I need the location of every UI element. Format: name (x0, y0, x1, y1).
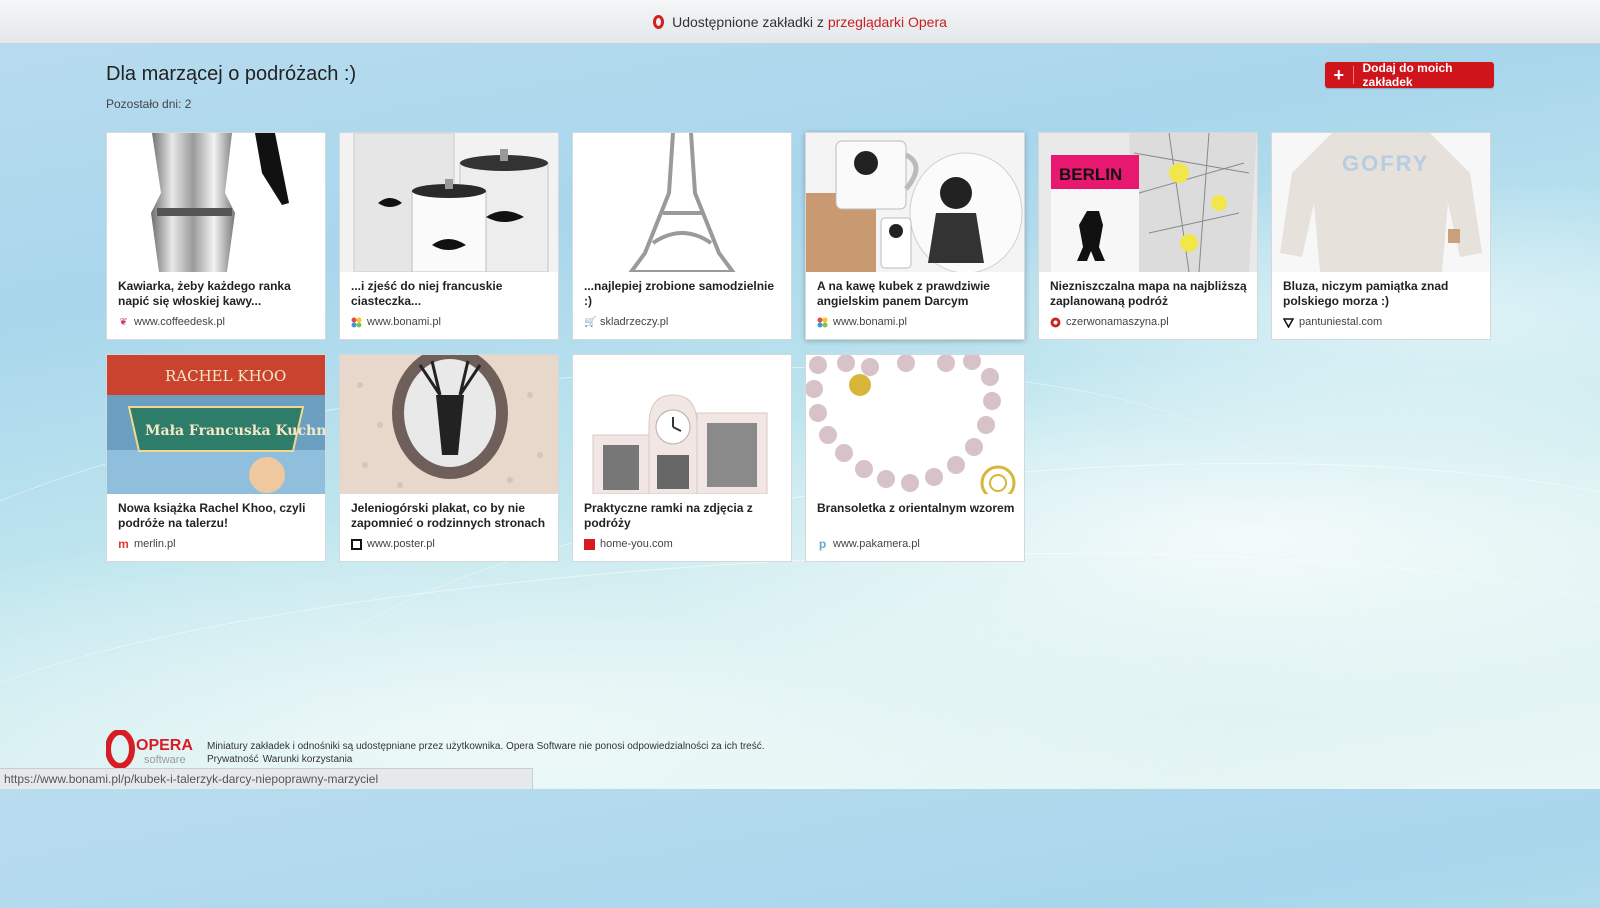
shared-bookmarks-banner: Udostępnione zakładki z przeglądarki Ope… (0, 0, 1600, 44)
card-thumbnail: RACHEL KHOO Mała Francuska Kuchnia (107, 355, 325, 494)
add-to-my-bookmarks-button[interactable]: + Dodaj do moich zakładek (1325, 61, 1494, 89)
footer-text: Miniatury zakładek i odnośniki są udostę… (207, 740, 765, 766)
card-thumbnail: BERLIN (1039, 133, 1257, 272)
card-site: pantuniestal.com (1282, 316, 1383, 329)
footer-disclaimer: Miniatury zakładek i odnośniki są udostę… (207, 741, 765, 752)
card-site-url: pantuniestal.com (1299, 316, 1383, 328)
bookmark-card[interactable]: Kawiarka, żeby każdego ranka napić się w… (106, 132, 326, 340)
card-site: www.bonami.pl (351, 316, 441, 328)
banner-text: Udostępnione zakładki z (672, 13, 824, 30)
pakamera-favicon: p (818, 536, 827, 551)
card-thumbnail: GOFRY (1272, 133, 1490, 272)
bookmark-card[interactable]: RACHEL KHOO Mała Francuska Kuchnia Nowa … (106, 354, 326, 562)
card-title: ...najlepiej zrobione samodzielnie :) (584, 279, 775, 308)
card-thumbnail (107, 133, 325, 272)
card-site-url: merlin.pl (134, 538, 176, 550)
card-thumbnail (340, 355, 558, 494)
card-site-url: home-you.com (600, 538, 673, 550)
page-title: Dla marzącej o podróżach :) (106, 63, 357, 85)
card-site-url: www.coffeedesk.pl (134, 316, 225, 328)
card-site: m merlin.pl (118, 536, 176, 551)
card-site-url: www.bonami.pl (367, 316, 441, 328)
card-site-url: www.pakamera.pl (833, 538, 920, 550)
card-site: 🛒 skladrzeczy.pl (584, 316, 668, 328)
opera-icon (653, 14, 665, 29)
card-site-url: www.bonami.pl (833, 316, 907, 328)
card-thumbnail (340, 133, 558, 272)
card-site: www.bonami.pl (817, 316, 907, 328)
card-title: Bluza, niczym pamiątka znad polskiego mo… (1283, 279, 1449, 308)
card-thumbnail (806, 133, 1024, 272)
card-thumbnail (573, 355, 791, 494)
opera-logo-text: OPERA (136, 737, 193, 754)
berlin-label: BERLIN (1059, 165, 1122, 184)
card-site-url: czerwonamaszyna.pl (1066, 316, 1169, 328)
card-site-url: skladrzeczy.pl (600, 316, 669, 328)
plus-icon: + (1325, 66, 1354, 84)
bookmark-card[interactable]: ...najlepiej zrobione samodzielnie :) 🛒 … (572, 132, 792, 340)
bonami-favicon (817, 317, 828, 328)
card-title: Praktyczne ramki na zdjęcia z podróży (584, 501, 753, 530)
merlin-favicon: m (118, 536, 129, 551)
card-thumbnail (806, 355, 1024, 494)
card-title: Kawiarka, żeby każdego ranka napić się w… (118, 279, 291, 308)
cart-icon: 🛒 (584, 316, 597, 328)
home-you-favicon (584, 538, 595, 550)
terms-link[interactable]: Warunki korzystania (263, 754, 353, 765)
card-title: Bransoletka z orientalnym wzorem (817, 501, 1015, 515)
poster-favicon (351, 538, 362, 550)
background-swoosh (0, 513, 1600, 908)
add-button-label: Dodaj do moich zakładek (1362, 61, 1453, 89)
bookmark-card[interactable]: Bransoletka z orientalnym wzorem p www.p… (805, 354, 1025, 562)
card-thumbnail (573, 133, 791, 272)
bookmark-card[interactable]: BERLIN Niezniszczalna mapa na najbliższą… (1038, 132, 1258, 340)
card-site: p www.pakamera.pl (817, 536, 920, 551)
card-site-url: www.poster.pl (367, 538, 435, 550)
bookmark-card[interactable]: GOFRY Bluza, niczym pamiątka znad polski… (1271, 132, 1491, 340)
bonami-favicon (351, 317, 362, 328)
czerwonamaszyna-favicon (1050, 317, 1061, 328)
coffeedesk-favicon: ❦ (119, 316, 128, 328)
bookmark-card[interactable]: Praktyczne ramki na zdjęcia z podróży ho… (572, 354, 792, 562)
card-site: home-you.com (584, 538, 673, 550)
card-title: Jeleniogórski plakat, co by nie zapomnie… (351, 501, 546, 530)
card-title: ...i zjeść do niej francuskie ciasteczka… (351, 279, 503, 308)
bookmark-card[interactable]: A na kawę kubek z prawdziwie angielskim … (805, 132, 1025, 340)
card-site: ❦ www.coffeedesk.pl (118, 316, 225, 328)
card-title: Nowa książka Rachel Khoo, czyli podróże … (118, 501, 306, 530)
status-bar-url: https://www.bonami.pl/p/kubek-i-talerzyk… (0, 768, 533, 789)
card-site: czerwonamaszyna.pl (1050, 316, 1169, 328)
privacy-link[interactable]: Prywatność (207, 754, 259, 765)
days-remaining: Pozostało dni: 2 (106, 97, 192, 111)
rachel-khoo-label: RACHEL KHOO (165, 367, 286, 385)
opera-software-logo: OPERA software (105, 729, 198, 769)
bookmark-card[interactable]: Jeleniogórski plakat, co by nie zapomnie… (339, 354, 559, 562)
software-logo-text: software (144, 754, 186, 766)
opera-browser-link[interactable]: przeglądarki Opera (828, 14, 947, 30)
gofry-label: GOFRY (1342, 151, 1429, 176)
book-title-label: Mała Francuska Kuchnia (145, 423, 325, 439)
pantuniestal-favicon (1282, 317, 1295, 329)
card-title: Niezniszczalna mapa na najbliższą zaplan… (1050, 279, 1247, 308)
card-site: www.poster.pl (351, 538, 435, 550)
bookmark-card[interactable]: ...i zjeść do niej francuskie ciasteczka… (339, 132, 559, 340)
card-title: A na kawę kubek z prawdziwie angielskim … (817, 279, 990, 308)
